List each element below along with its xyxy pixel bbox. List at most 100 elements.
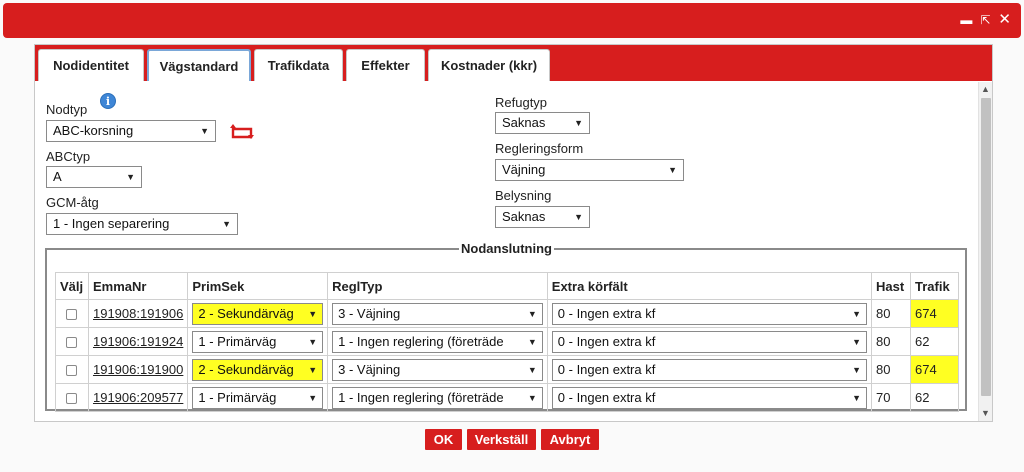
scroll-down-icon[interactable]: ▼ [981, 408, 990, 418]
emmanr-cell: 191908:191906 [87, 299, 189, 328]
nodanslutning-legend: Nodanslutning [461, 241, 552, 256]
table-row: 191908:191906 2 - Sekundärväg ▼ 3 - Väjni… [55, 299, 959, 328]
chevron-down-icon: ▼ [222, 219, 231, 229]
extra-korfalt-select[interactable]: 0 - Ingen extra kf ▼ [551, 358, 868, 381]
primsek-select[interactable]: 2 - Sekundärväg ▼ [192, 358, 324, 381]
emmanr-cell: 191906:191900 [87, 355, 189, 384]
chevron-down-icon: ▼ [308, 359, 318, 380]
reglering-label: Regleringsform [495, 141, 584, 156]
primsek-cell: 2 - Sekundärväg ▼ [187, 355, 329, 384]
chevron-down-icon: ▼ [308, 303, 318, 324]
nodtyp-select[interactable]: ABC-korsning ▼ [46, 120, 216, 142]
hast-cell: 70 [871, 383, 911, 412]
vertical-scrollbar[interactable]: ▲ ▼ [978, 82, 992, 421]
belysning-select[interactable]: Saknas ▼ [495, 206, 590, 228]
regltyp-cell: 1 - Ingen reglering (företräde ▼ [327, 327, 548, 356]
chevron-down-icon: ▼ [852, 331, 862, 352]
col-header-primsek: PrimSek [187, 272, 329, 300]
tab-nodidentitet[interactable]: Nodidentitet [38, 49, 144, 81]
emmanr-link[interactable]: 191906:191924 [93, 334, 183, 349]
extra-korfalt-select[interactable]: 0 - Ingen extra kf ▼ [551, 302, 868, 325]
col-header-trafik: Trafik [910, 272, 959, 300]
chevron-down-icon: ▼ [574, 118, 583, 128]
tab-effekter[interactable]: Effekter [346, 49, 425, 81]
chevron-down-icon: ▼ [668, 165, 677, 175]
extra-korfalt-cell: 0 - Ingen extra kf ▼ [546, 383, 873, 412]
window-titlebar: ▬ ⇱ ✕ [3, 3, 1021, 38]
tab-trafikdata[interactable]: Trafikdata [254, 49, 343, 81]
hast-cell: 80 [871, 299, 911, 328]
emmanr-cell: 191906:209577 [87, 383, 189, 412]
row-checkbox[interactable] [66, 309, 78, 321]
info-icon[interactable]: i [100, 93, 116, 109]
col-header-extra-korfalt: Extra körfält [546, 272, 873, 300]
row-select-cell [55, 327, 89, 356]
row-checkbox[interactable] [66, 393, 78, 405]
nodanslutning-table: Välj EmmaNr PrimSek ReglTyp Extra körfäl… [55, 272, 959, 412]
chevron-down-icon: ▼ [308, 331, 318, 352]
table-row: 191906:191924 1 - Primärväg ▼ 1 - Ingen r… [55, 327, 959, 356]
cancel-button[interactable]: Avbryt [541, 429, 599, 450]
node-dialog: Nodidentitet Vägstandard Trafikdata Effe… [34, 44, 993, 422]
primsek-select[interactable]: 1 - Primärväg ▼ [192, 330, 324, 353]
chevron-down-icon: ▼ [126, 172, 135, 182]
row-checkbox[interactable] [66, 337, 78, 349]
primsek-cell: 2 - Sekundärväg ▼ [187, 299, 329, 328]
nodtyp-label: Nodtyp [46, 102, 88, 117]
minimize-icon[interactable]: ▬ [960, 13, 972, 27]
tab-kostnader[interactable]: Kostnader (kkr) [428, 49, 550, 81]
chevron-down-icon: ▼ [527, 387, 537, 408]
regltyp-select[interactable]: 3 - Väjning ▼ [332, 358, 543, 381]
chevron-down-icon: ▼ [852, 359, 862, 380]
extra-korfalt-select[interactable]: 0 - Ingen extra kf ▼ [551, 330, 868, 353]
swap-icon[interactable] [230, 123, 254, 140]
chevron-down-icon: ▼ [200, 126, 209, 136]
trafik-cell: 674 [910, 355, 959, 384]
regltyp-cell: 1 - Ingen reglering (företräde ▼ [327, 383, 548, 412]
belysning-label: Belysning [495, 188, 552, 203]
extra-korfalt-cell: 0 - Ingen extra kf ▼ [546, 355, 873, 384]
gcm-label: GCM-åtg [46, 195, 99, 210]
abctyp-label: ABCtyp [46, 149, 91, 164]
table-row: 191906:209577 1 - Primärväg ▼ 1 - Ingen r… [55, 383, 959, 412]
regltyp-select[interactable]: 1 - Ingen reglering (företräde ▼ [332, 386, 543, 409]
chevron-down-icon: ▼ [527, 359, 537, 380]
chevron-down-icon: ▼ [527, 303, 537, 324]
row-select-cell [55, 383, 89, 412]
primsek-cell: 1 - Primärväg ▼ [187, 383, 329, 412]
hast-cell: 80 [871, 355, 911, 384]
row-select-cell [55, 299, 89, 328]
col-header-valj: Välj [55, 272, 89, 300]
emmanr-link[interactable]: 191908:191906 [93, 306, 183, 321]
nodanslutning-group: Nodanslutning Välj EmmaNr PrimSek ReglTy… [45, 241, 967, 412]
regltyp-select[interactable]: 1 - Ingen reglering (företräde ▼ [332, 330, 543, 353]
close-icon[interactable]: ✕ [998, 12, 1011, 27]
row-checkbox[interactable] [66, 365, 78, 377]
tab-vagstandard[interactable]: Vägstandard [147, 49, 251, 81]
emmanr-link[interactable]: 191906:191900 [93, 362, 183, 377]
emmanr-cell: 191906:191924 [87, 327, 189, 356]
table-row: 191906:191900 2 - Sekundärväg ▼ 3 - Väjni… [55, 355, 959, 384]
refugtyp-label: Refugtyp [495, 95, 548, 110]
ok-button[interactable]: OK [425, 429, 462, 450]
gcm-select[interactable]: 1 - Ingen separering ▼ [46, 213, 238, 235]
apply-button[interactable]: Verkställ [467, 429, 536, 450]
maximize-icon[interactable]: ⇱ [980, 13, 990, 27]
window-controls: ▬ ⇱ ✕ [960, 12, 1011, 27]
col-header-emmanr: EmmaNr [87, 272, 189, 300]
table-header-row: Välj EmmaNr PrimSek ReglTyp Extra körfäl… [55, 272, 959, 300]
primsek-select[interactable]: 1 - Primärväg ▼ [192, 386, 324, 409]
row-select-cell [55, 355, 89, 384]
tab-bar: Nodidentitet Vägstandard Trafikdata Effe… [35, 45, 992, 81]
col-header-regltyp: ReglTyp [327, 272, 548, 300]
regltyp-select[interactable]: 3 - Väjning ▼ [332, 302, 543, 325]
abctyp-select[interactable]: A ▼ [46, 166, 142, 188]
scroll-up-icon[interactable]: ▲ [981, 84, 990, 94]
extra-korfalt-select[interactable]: 0 - Ingen extra kf ▼ [551, 386, 868, 409]
scroll-thumb[interactable] [981, 98, 991, 396]
primsek-select[interactable]: 2 - Sekundärväg ▼ [192, 302, 324, 325]
reglering-select[interactable]: Väjning ▼ [495, 159, 684, 181]
emmanr-link[interactable]: 191906:209577 [93, 390, 183, 405]
extra-korfalt-cell: 0 - Ingen extra kf ▼ [546, 299, 873, 328]
refugtyp-select[interactable]: Saknas ▼ [495, 112, 590, 134]
